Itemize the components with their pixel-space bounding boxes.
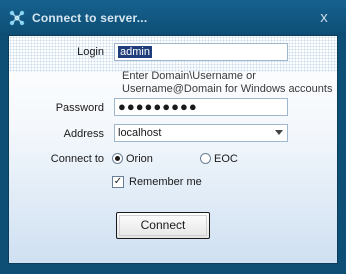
title-bar: Connect to server... x	[0, 0, 346, 36]
connect-button[interactable]: Connect	[116, 212, 210, 239]
dialog-body: Login admin Enter Domain\Username or Use…	[8, 35, 338, 264]
chevron-down-icon[interactable]	[275, 130, 283, 135]
remember-me-label: Remember me	[129, 176, 202, 188]
address-combobox[interactable]: localhost	[114, 124, 288, 142]
password-mask: ●●●●●●●●●	[118, 99, 198, 114]
close-icon[interactable]: x	[315, 9, 333, 27]
address-value: localhost	[118, 127, 162, 139]
login-label: Login	[77, 46, 104, 58]
connect-to-label: Connect to	[50, 153, 104, 165]
login-field[interactable]: admin	[114, 43, 288, 61]
radio-orion-label: Orion	[126, 153, 153, 165]
password-label: Password	[55, 102, 104, 114]
server-connection-icon	[9, 10, 25, 26]
remember-me-checkbox[interactable]: ✓	[112, 176, 124, 188]
connect-button-label: Connect	[140, 218, 186, 232]
login-hint-line1: Enter Domain\Username or	[122, 70, 256, 82]
login-hint-line2: Username@Domain for Windows accounts	[122, 83, 333, 95]
login-value: admin	[118, 46, 152, 58]
address-label: Address	[63, 128, 104, 140]
radio-eoc[interactable]	[200, 153, 211, 164]
window-title: Connect to server...	[32, 11, 148, 25]
password-field[interactable]: ●●●●●●●●●	[114, 98, 288, 116]
radio-orion[interactable]	[112, 153, 123, 164]
radio-eoc-label: EOC	[214, 153, 238, 165]
